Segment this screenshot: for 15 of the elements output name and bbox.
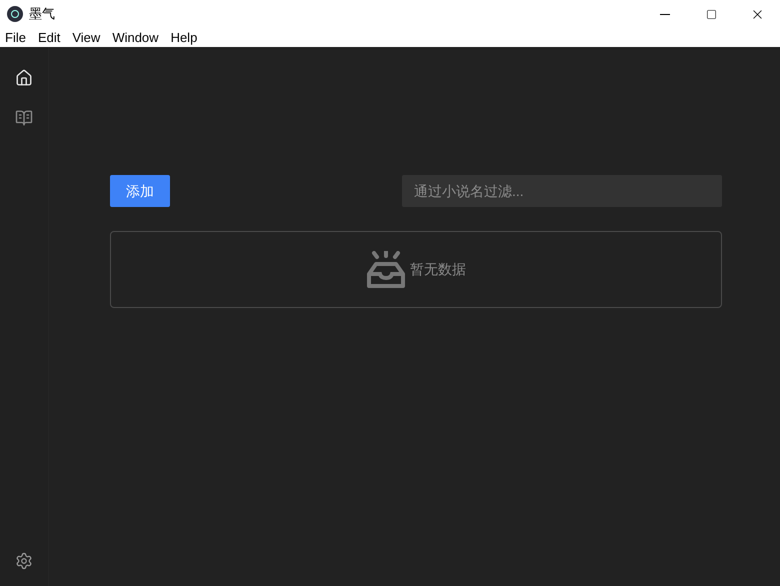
- filter-field[interactable]: 通过小说名过滤...: [402, 175, 722, 207]
- empty-text: 暂无数据: [410, 260, 466, 279]
- menu-item[interactable]: Window: [112, 28, 159, 48]
- empty-inbox-icon: [366, 250, 406, 288]
- menu-item[interactable]: Edit: [38, 28, 60, 48]
- add-button[interactable]: 添加: [110, 175, 170, 207]
- home-icon: [15, 69, 33, 87]
- menu-item[interactable]: Help: [170, 28, 198, 48]
- menu-item[interactable]: File: [5, 28, 26, 48]
- window-title: 墨气: [29, 5, 55, 24]
- menu-item[interactable]: View: [72, 28, 100, 48]
- settings-icon[interactable]: [15, 552, 33, 570]
- book-icon: [15, 109, 33, 127]
- maximize-icon: [706, 8, 716, 20]
- app-logo-icon: [7, 6, 23, 22]
